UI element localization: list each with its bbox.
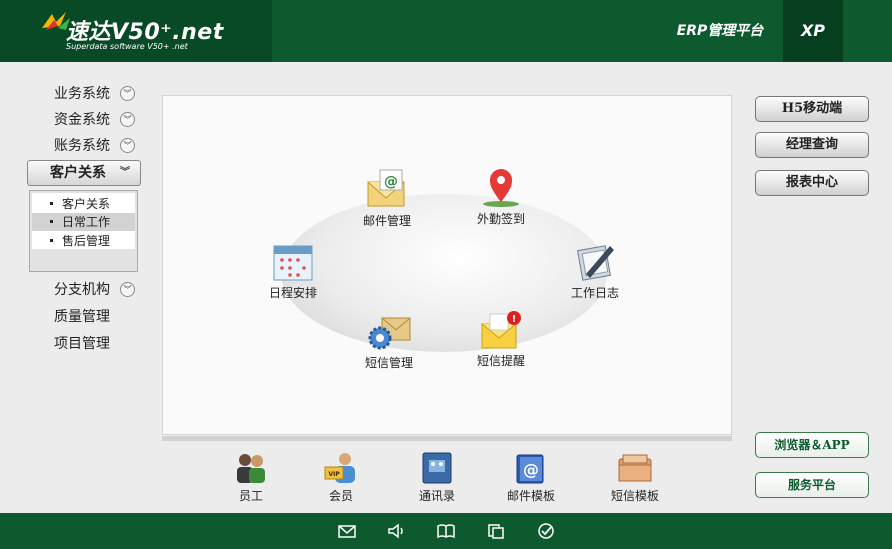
speaker-icon[interactable] [386,522,406,540]
bottom-toolbar: 员工 VIP 会员 通讯录 @ 邮件模板 短信模板 [162,436,732,512]
nav-item-funds[interactable]: 资金系统 ︾ [30,108,140,132]
nav-item-quality[interactable]: 质量管理 [30,305,140,329]
nav-item-label: 客户关系 [50,165,106,181]
gear-envelope-icon [368,317,411,350]
feature-label: 工作日志 [570,286,619,300]
platform-title: ERP管理平台 [676,23,764,39]
nav-item-crm[interactable]: 客户关系 ︾ [27,160,141,186]
feature-mail[interactable]: @ 邮件管理 [347,168,427,229]
mail-icon[interactable] [337,522,357,540]
chevron-down-icon[interactable]: ︾ [120,282,135,297]
chevron-down-icon[interactable]: ︾ [120,161,130,185]
nav-item-label: 项目管理 [54,336,110,352]
check-icon[interactable] [536,522,556,540]
people-icon [237,454,265,483]
location-pin-icon [483,169,519,207]
submenu-label: 客户关系 [62,197,111,211]
feature-label: 邮件管理 [362,214,411,228]
chevron-down-icon[interactable]: ︾ [120,112,135,127]
feature-checkin[interactable]: 外勤签到 [461,166,541,227]
footer-bar [0,513,892,549]
nav-item-label: 账务系统 [54,138,110,154]
folder-icon [618,454,652,482]
tool-mail-template[interactable]: @ 邮件模板 [496,451,566,504]
h5-mobile-button[interactable]: H5移动端 [755,96,869,122]
tool-contacts[interactable]: 通讯录 [402,451,472,504]
vip-member-icon: VIP [324,453,355,483]
feature-sms[interactable]: 短信管理 [349,310,429,371]
nav-item-projects[interactable]: 项目管理 [30,332,140,356]
nav-item-accounts[interactable]: 账务系统 ︾ [30,134,140,158]
browser-app-button[interactable]: 浏览器＆APP [755,432,869,458]
chevron-down-icon[interactable]: ︾ [120,86,135,101]
feature-label: 外勤签到 [476,212,525,226]
notebook-pen-icon [577,245,614,281]
submenu-item-after-sales[interactable]: 售后管理 [32,232,135,250]
svg-text:VIP: VIP [328,471,340,478]
svg-text:@: @ [384,174,398,190]
feature-reminder[interactable]: ! 短信提醒 [461,308,541,369]
feature-worklog[interactable]: 工作日志 [555,240,635,301]
logo-subtitle: Superdata software V50+ .net [66,42,188,51]
mail-book-icon: @ [516,454,544,484]
tool-label: 短信模板 [610,489,659,503]
header-bar: 速达V50⁺.net Superdata software V50+ .net … [0,0,892,62]
svg-text:!: ! [512,314,517,325]
tool-label: 通讯录 [418,489,455,503]
address-book-icon [422,452,452,484]
feature-label: 短信管理 [364,356,413,370]
submenu-item-crm[interactable]: 客户关系 [32,195,135,213]
feature-schedule[interactable]: 日程安排 [253,240,333,301]
report-center-button[interactable]: 报表中心 [755,170,869,196]
logo-area: 速达V50⁺.net Superdata software V50+ .net [0,0,272,62]
nav-item-label: 分支机构 [54,282,110,298]
book-icon[interactable] [436,522,456,540]
nav-item-label: 业务系统 [54,86,110,102]
copy-icon[interactable] [486,522,506,540]
bullet-icon [50,239,53,242]
submenu-panel: 客户关系 日常工作 售后管理 [29,190,138,272]
svg-text:@: @ [523,460,539,479]
main-panel: @ 邮件管理 外勤签到 日程安排 工作日志 短信管理 ! 短信提醒 [162,95,732,435]
bullet-icon [50,220,53,223]
tool-staff[interactable]: 员工 [216,451,286,504]
submenu-label: 售后管理 [62,234,111,248]
chevron-down-icon[interactable]: ︾ [120,138,135,153]
tool-label: 员工 [238,489,263,503]
manager-query-button[interactable]: 经理查询 [755,132,869,158]
tool-sms-template[interactable]: 短信模板 [600,451,670,504]
alert-envelope-icon: ! [481,311,521,349]
nav-item-branches[interactable]: 分支机构 ︾ [30,278,140,302]
feature-label: 短信提醒 [476,354,525,368]
submenu-item-daily-work[interactable]: 日常工作 [32,213,135,231]
tool-member[interactable]: VIP 会员 [306,451,376,504]
nav-item-business[interactable]: 业务系统 ︾ [30,82,140,106]
xp-tab[interactable]: XP [783,0,843,62]
submenu-label: 日常工作 [62,215,111,229]
submenu-list: 客户关系 日常工作 售后管理 [32,193,135,249]
feature-label: 日程安排 [268,286,317,300]
bullet-icon [50,202,53,205]
tool-label: 邮件模板 [506,489,555,503]
nav-item-label: 质量管理 [54,309,110,325]
nav-item-label: 资金系统 [54,112,110,128]
tool-label: 会员 [328,489,353,503]
calendar-icon [273,245,313,281]
mail-envelope-icon: @ [367,169,405,207]
service-platform-button[interactable]: 服务平台 [755,472,869,498]
